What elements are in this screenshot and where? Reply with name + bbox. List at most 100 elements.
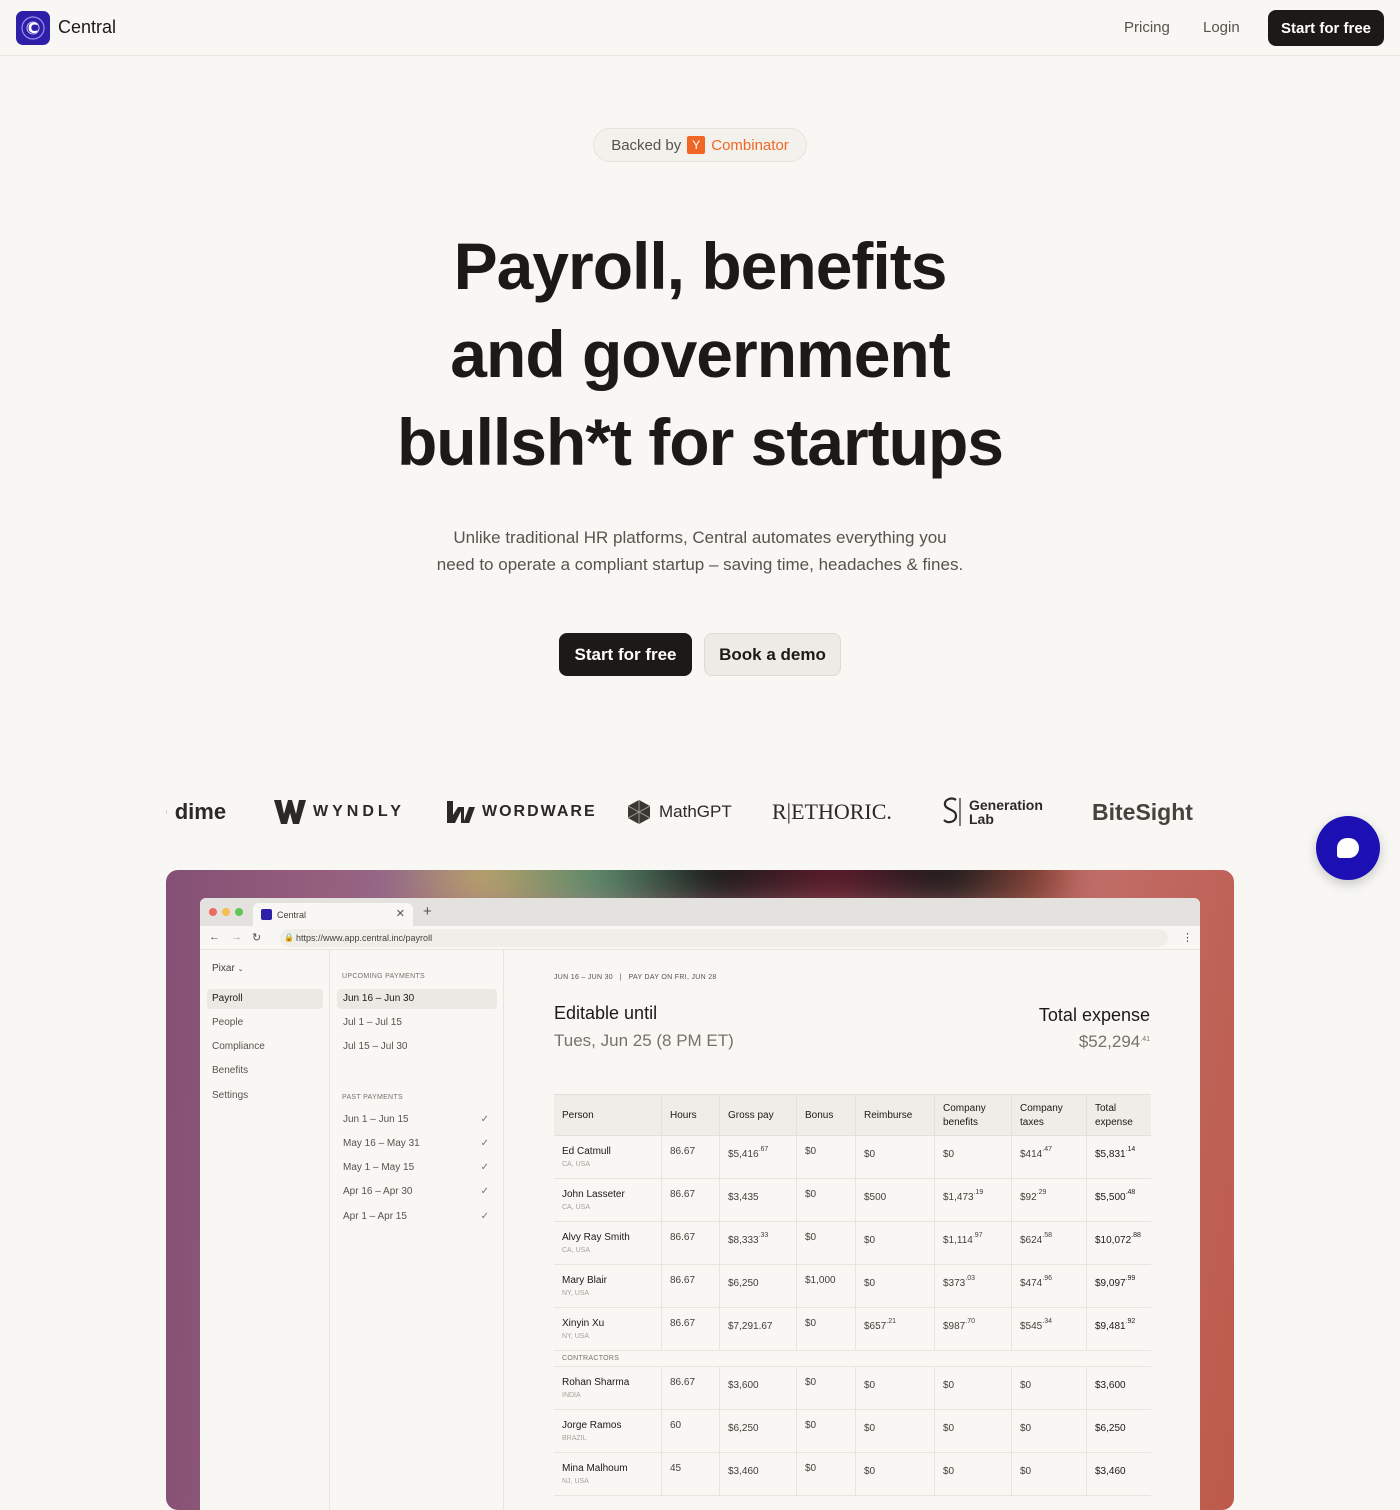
new-tab-icon[interactable]: + [423,903,432,920]
tab-close-icon[interactable]: ✕ [396,907,405,920]
total-expense-value: $52,294.41 [1078,1032,1150,1051]
wordware-icon [447,801,475,823]
back-arrow-icon[interactable]: ← [209,931,220,943]
person-name: Alvy Ray Smith [562,1232,630,1243]
nav-start-button[interactable]: Start for free [1268,10,1384,46]
cell-person: Jorge Ramos BRAZIL [554,1410,661,1453]
column-header[interactable]: Company benefits [934,1095,1011,1137]
period-item[interactable]: Jul 1 – Jul 15 [337,1013,497,1033]
past-period-item[interactable]: Apr 16 – Apr 30 ✓ [337,1182,497,1202]
table-row[interactable]: Mina Malhoum NJ, USA 45 $3,460 $0 $0 $0 $0 $3,46… [554,1453,1151,1496]
address-bar: ← → ↻ 🔒 https://www.app.central.inc/payr… [200,926,1200,950]
check-icon: ✓ [480,1186,489,1197]
cell-hours: 60 [661,1410,719,1453]
reload-icon[interactable]: ↻ [252,931,261,944]
cell-bonus: $0 [796,1222,855,1265]
cell-person: Ed Catmull CA, USA [554,1136,661,1179]
period-header: JUN 16 – JUN 30 | PAY DAY ON FRI, JUN 28 [554,974,717,981]
cell-gross-pay: $5,416.67 [719,1136,796,1179]
nav-pricing-link[interactable]: Pricing [1124,19,1170,36]
sidebar-item-people[interactable]: People [207,1013,323,1033]
cell-total-expense: $5,831.14 [1086,1136,1151,1179]
forward-arrow-icon[interactable]: → [231,931,242,943]
column-header[interactable]: Total expense [1086,1095,1151,1137]
cell-company-benefits: $1,473.19 [934,1179,1011,1222]
table-row[interactable]: Ed Catmull CA, USA 86.67 $5,416.67 $0 $0 $0 $41… [554,1136,1151,1179]
start-for-free-button[interactable]: Start for free [559,633,692,676]
maximize-dot-icon[interactable] [235,908,243,916]
browser-window: Central ✕ + ← → ↻ 🔒 https://www.app.cent… [200,898,1200,1510]
check-icon: ✓ [480,1211,489,1222]
period-item[interactable]: Jun 16 – Jun 30 [337,989,497,1009]
cell-hours: 86.67 [661,1136,719,1179]
check-icon: ✓ [480,1138,489,1149]
person-location: CA, USA [562,1161,591,1168]
table-row[interactable]: Jorge Ramos BRAZIL 60 $6,250 $0 $0 $0 $0 $6,250 [554,1410,1151,1453]
browser-tab[interactable]: Central ✕ [253,903,413,926]
past-period-item[interactable]: Apr 1 – Apr 15 ✓ [337,1207,497,1227]
cell-person: Xinyin Xu NY, USA [554,1308,661,1351]
period-item[interactable]: Jul 15 – Jul 30 [337,1037,497,1057]
table-row[interactable]: Rohan Sharma INDIA 86.67 $3,600 $0 $0 $0 $0 $3,6… [554,1367,1151,1410]
sidebar-item-benefits[interactable]: Benefits [207,1061,323,1081]
column-header[interactable]: Gross pay [719,1095,796,1137]
cell-bonus: $0 [796,1367,855,1410]
column-header[interactable]: Bonus [796,1095,855,1137]
customer-logos: •dime WYNDLY WORDWARE MathGPT R|ETHORIC.… [166,790,1234,834]
person-location: INDIA [562,1392,581,1399]
url-field[interactable]: 🔒 https://www.app.central.inc/payroll [280,929,1168,947]
book-demo-button[interactable]: Book a demo [704,633,841,676]
browser-menu-icon[interactable]: ⋮ [1182,931,1193,944]
past-period-item[interactable]: May 16 – May 31 ✓ [337,1134,497,1154]
brand-name[interactable]: Central [58,17,116,38]
cell-company-benefits: $0 [934,1453,1011,1496]
cell-gross-pay: $3,460 [719,1453,796,1496]
column-header[interactable]: Company taxes [1011,1095,1086,1137]
table-row[interactable]: Xinyin Xu NY, USA 86.67 $7,291.67 $0 $657.21 $… [554,1308,1151,1351]
hero-headline: Payroll, benefits and government bullsh*… [200,222,1200,486]
cell-bonus: $1,000 [796,1265,855,1308]
minimize-dot-icon[interactable] [222,908,230,916]
cell-gross-pay: $8,333.33 [719,1222,796,1265]
nav-login-link[interactable]: Login [1203,19,1240,36]
person-name: Mina Malhoum [562,1463,628,1474]
cell-company-benefits: $987.70 [934,1308,1011,1351]
cell-company-taxes: $414.47 [1011,1136,1086,1179]
logo-bitesight: BiteSight [1092,798,1193,825]
payroll-detail: JUN 16 – JUN 30 | PAY DAY ON FRI, JUN 28… [504,950,1200,1510]
cell-person: John Lasseter CA, USA [554,1179,661,1222]
sidebar-item-settings[interactable]: Settings [207,1086,323,1106]
table-row[interactable]: John Lasseter CA, USA 86.67 $3,435 $0 $500 $1,… [554,1179,1151,1222]
cell-reimburse: $0 [855,1222,934,1265]
chat-launcher-button[interactable] [1316,816,1380,880]
hero-subtitle: Unlike traditional HR platforms, Central… [380,524,1020,578]
table-row[interactable]: Alvy Ray Smith CA, USA 86.67 $8,333.33 $0 $0 $… [554,1222,1151,1265]
org-switcher[interactable]: Pixar ⌄ [212,963,243,974]
editable-until-title: Editable until [554,1003,658,1023]
sidebar-item-payroll[interactable]: Payroll [207,989,323,1009]
cell-reimburse: $0 [855,1453,934,1496]
past-period-item[interactable]: Jun 1 – Jun 15 ✓ [337,1110,497,1130]
backed-by-badge[interactable]: Backed by Y Combinator [593,128,807,162]
cell-bonus: $0 [796,1308,855,1351]
cell-company-taxes: $474.96 [1011,1265,1086,1308]
cell-bonus: $0 [796,1136,855,1179]
close-dot-icon[interactable] [209,908,217,916]
cell-reimburse: $500 [855,1179,934,1222]
table-row[interactable]: Mary Blair NY, USA 86.67 $6,250 $1,000 $0 $373… [554,1265,1151,1308]
cell-company-taxes: $0 [1011,1453,1086,1496]
person-location: BRAZIL [562,1435,587,1442]
column-header[interactable]: Reimburse [855,1095,934,1137]
cell-bonus: $0 [796,1179,855,1222]
column-header[interactable]: Person [554,1095,661,1137]
cell-company-benefits: $1,114.97 [934,1222,1011,1265]
past-period-item[interactable]: May 1 – May 15 ✓ [337,1158,497,1178]
cell-hours: 86.67 [661,1179,719,1222]
payroll-table: Person Hours Gross pay Bonus Reimburse Compan… [554,1094,1151,1496]
logo-wyndly: WYNDLY [274,790,405,834]
person-location: NY, USA [562,1333,590,1340]
cell-company-taxes: $624.58 [1011,1222,1086,1265]
central-logo-icon[interactable]: C [16,11,50,45]
column-header[interactable]: Hours [661,1095,719,1137]
sidebar-item-compliance[interactable]: Compliance [207,1037,323,1057]
